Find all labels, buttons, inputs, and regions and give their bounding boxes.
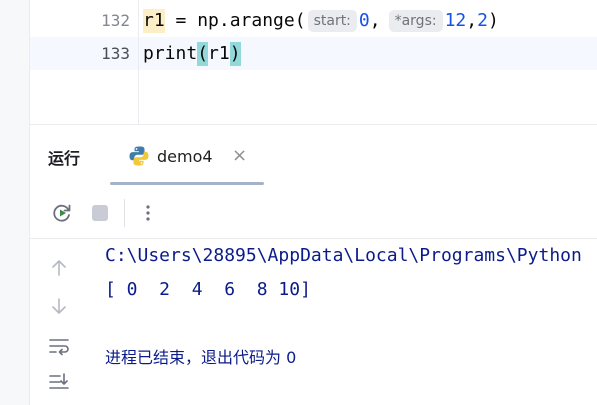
gutter-separator (138, 0, 139, 124)
console-output[interactable]: C:\Users\28895\AppData\Local\Programs\Py… (105, 241, 597, 405)
number-literal: 0 (358, 10, 370, 31)
code-text: , (466, 10, 478, 31)
code-text: , (369, 10, 381, 31)
soft-wrap-button[interactable] (48, 335, 70, 357)
number-literal: 2 (477, 10, 488, 31)
line-number: 132 (101, 11, 130, 30)
code-line[interactable]: print ( r1 ) (143, 42, 241, 66)
scroll-up-button[interactable] (48, 257, 70, 279)
run-toolbar (30, 187, 597, 239)
console-line: C:\Users\28895\AppData\Local\Programs\Py… (105, 245, 582, 266)
rerun-icon (53, 204, 71, 222)
more-vertical-icon (146, 205, 150, 221)
run-tool-window: 运行 demo4 × C:\Users\28895\AppData\Local\… (30, 124, 597, 405)
arrow-up-icon (52, 260, 66, 276)
active-tab-indicator (110, 182, 264, 185)
tab-label: demo4 (157, 147, 213, 166)
stop-button[interactable] (88, 201, 112, 225)
tab-demo4[interactable]: demo4 × (110, 135, 264, 185)
arrow-down-icon (52, 298, 66, 314)
rerun-button[interactable] (50, 201, 74, 225)
parameter-hint-args: *args: (388, 10, 443, 32)
editor-gutter: 132 133 (30, 0, 138, 124)
stop-icon (92, 205, 108, 221)
more-options-button[interactable] (136, 201, 160, 225)
scroll-to-end-icon (49, 373, 69, 389)
code-text: r1 (208, 43, 230, 64)
close-icon[interactable]: × (232, 145, 247, 167)
matched-paren: ( (197, 42, 209, 66)
console-line: [ 0 2 4 6 8 10] (105, 279, 311, 300)
code-text: print (143, 43, 198, 64)
exit-message: 进程已结束，退出代码为 0 (105, 348, 297, 367)
tool-window-title: 运行 (48, 149, 81, 168)
line-number: 133 (101, 44, 130, 63)
left-tool-strip (0, 0, 30, 405)
matched-paren: ) (229, 42, 241, 66)
scroll-to-end-button[interactable] (48, 371, 70, 393)
scroll-down-button[interactable] (48, 295, 70, 317)
variable-highlight: r1 (143, 9, 165, 33)
tool-window-header: 运行 demo4 × (30, 125, 597, 187)
python-icon (128, 145, 150, 167)
soft-wrap-icon (49, 339, 69, 356)
parameter-hint-start: start: (307, 10, 357, 32)
toolbar-separator (124, 199, 125, 227)
code-text: ) (487, 10, 499, 31)
console-side-toolbar (30, 239, 90, 405)
number-literal: 12 (444, 10, 467, 31)
code-line[interactable]: r1 = np.arange( start: 0 , *args: 12 , 2… (143, 9, 499, 33)
code-text: = np.arange( (164, 10, 306, 31)
code-editor[interactable]: 132 133 r1 = np.arange( start: 0 , *args… (30, 0, 597, 124)
